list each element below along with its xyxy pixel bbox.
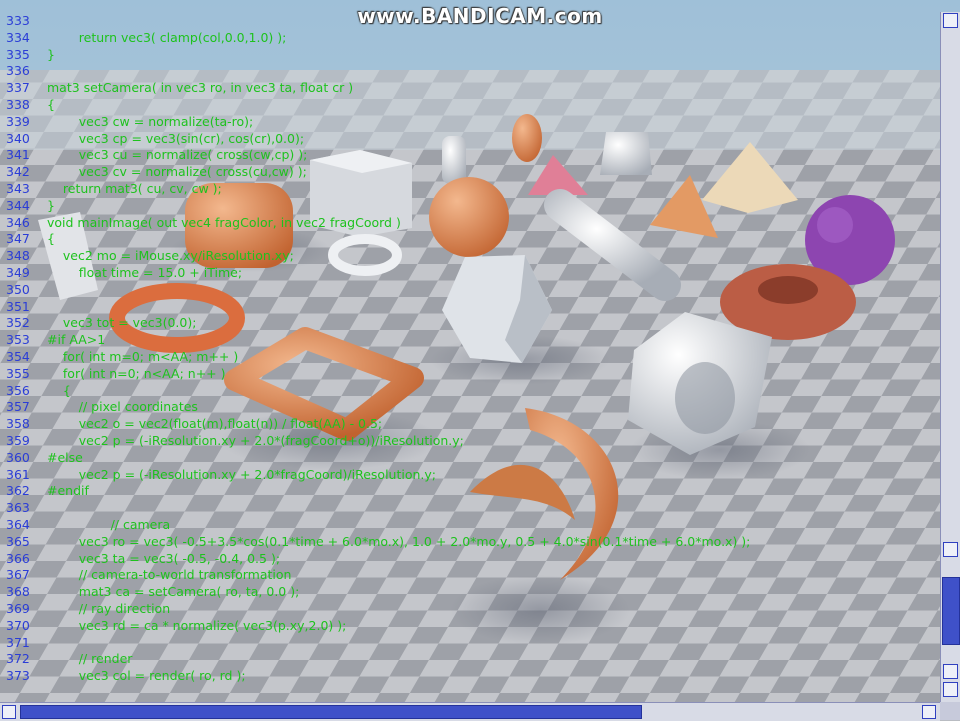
code-text[interactable]: // ray direction <box>47 600 170 617</box>
code-text[interactable]: vec3 cv = normalize( cross(cu,cw) ); <box>47 163 307 180</box>
code-text[interactable]: } <box>47 197 55 214</box>
horizontal-scroll-thumb[interactable] <box>20 705 642 719</box>
scroll-track-marker[interactable] <box>943 542 958 557</box>
code-editor[interactable]: 333 334 return vec3( clamp(col,0.0,1.0) )… <box>0 12 940 702</box>
code-text[interactable]: for( int n=0; n<AA; n++ ) <box>47 365 226 382</box>
line-number: 336 <box>6 63 30 79</box>
scroll-end-button[interactable] <box>943 682 958 697</box>
line-number: 356 <box>6 382 30 398</box>
line-number: 342 <box>6 164 30 180</box>
code-text[interactable]: // pixel coordinates <box>47 398 198 415</box>
code-text[interactable]: { <box>47 382 71 399</box>
line-number: 363 <box>6 500 30 516</box>
code-text[interactable]: vec3 col = render( ro, rd ); <box>47 667 246 684</box>
line-number: 343 <box>6 181 30 196</box>
line-number: 365 <box>6 533 30 549</box>
line-number: 359 <box>6 433 30 448</box>
code-text[interactable]: for( int m=0; m<AA; m++ ) <box>47 348 238 365</box>
line-number: 335 <box>6 46 30 62</box>
code-text[interactable]: #endif <box>47 482 89 499</box>
code-text[interactable]: // camera <box>47 516 171 533</box>
scroll-up-button[interactable] <box>943 13 958 28</box>
code-text[interactable]: { <box>47 96 55 113</box>
line-number: 370 <box>6 617 30 633</box>
code-text[interactable]: vec3 ro = vec3( -0.5+3.5*cos(0.1*time + … <box>47 533 751 550</box>
line-number: 360 <box>6 449 30 465</box>
code-text[interactable]: #if AA>1 <box>47 331 105 348</box>
line-number: 353 <box>6 332 30 348</box>
line-number: 338 <box>6 97 30 112</box>
line-number: 367 <box>6 567 30 583</box>
code-text[interactable]: return mat3( cu, cv, cw ); <box>47 180 222 197</box>
line-number: 341 <box>6 147 30 163</box>
vertical-scrollbar[interactable] <box>940 12 960 702</box>
line-number: 333 <box>6 13 30 28</box>
line-number: 369 <box>6 601 30 616</box>
code-text[interactable]: vec3 cw = normalize(ta-ro); <box>47 113 253 130</box>
horizontal-scrollbar[interactable] <box>0 702 940 721</box>
line-number: 366 <box>6 550 30 566</box>
line-number: 361 <box>6 466 30 482</box>
line-number: 357 <box>6 399 30 415</box>
line-number: 362 <box>6 483 30 499</box>
scroll-right-button[interactable] <box>922 705 936 719</box>
line-number: 348 <box>6 248 30 264</box>
line-number: 355 <box>6 365 30 381</box>
scroll-left-button[interactable] <box>2 705 16 719</box>
code-text[interactable]: float time = 15.0 + iTime; <box>47 264 242 281</box>
code-text[interactable]: vec3 rd = ca * normalize( vec3(p.xy,2.0)… <box>47 617 347 634</box>
line-number: 334 <box>6 29 30 45</box>
scrollbar-corner <box>940 702 960 720</box>
vertical-scroll-thumb[interactable] <box>942 577 960 645</box>
line-number: 347 <box>6 231 30 247</box>
line-number: 371 <box>6 634 30 650</box>
code-text[interactable]: } <box>47 46 55 63</box>
scroll-down-button[interactable] <box>943 664 958 679</box>
code-text[interactable]: mat3 setCamera( in vec3 ro, in vec3 ta, … <box>47 79 353 96</box>
code-text[interactable]: vec2 mo = iMouse.xy/iResolution.xy; <box>47 247 294 264</box>
code-text[interactable]: mat3 ca = setCamera( ro, ta, 0.0 ); <box>47 583 300 600</box>
line-number: 364 <box>6 517 30 532</box>
code-text[interactable]: { <box>47 230 55 247</box>
line-number: 344 <box>6 197 30 213</box>
line-number: 339 <box>6 113 30 129</box>
code-text[interactable]: return vec3( clamp(col,0.0,1.0) ); <box>47 29 287 46</box>
line-number: 350 <box>6 281 30 297</box>
line-number: 358 <box>6 416 30 432</box>
line-number: 346 <box>6 214 30 230</box>
line-number: 368 <box>6 584 30 600</box>
code-text[interactable]: vec3 cp = vec3(sin(cr), cos(cr),0.0); <box>47 130 304 147</box>
line-number: 354 <box>6 349 30 364</box>
code-text[interactable]: // camera-to-world transformation <box>47 566 292 583</box>
code-text[interactable]: vec2 p = (-iResolution.xy + 2.0*(fragCoo… <box>47 432 464 449</box>
line-number: 352 <box>6 315 30 331</box>
code-text[interactable]: // render <box>47 650 133 667</box>
code-text[interactable]: #else <box>47 449 83 466</box>
line-number: 337 <box>6 80 30 96</box>
code-text[interactable]: vec2 o = vec2(float(m),float(n)) / float… <box>47 415 382 432</box>
line-number: 372 <box>6 651 30 667</box>
code-text[interactable]: vec3 ta = vec3( -0.5, -0.4, 0.5 ); <box>47 550 280 567</box>
code-text[interactable]: void mainImage( out vec4 fragColor, in v… <box>47 214 401 231</box>
line-number: 340 <box>6 130 30 146</box>
code-text[interactable]: vec2 p = (-iResolution.xy + 2.0*fragCoor… <box>47 466 436 483</box>
line-number: 349 <box>6 265 30 280</box>
line-number: 373 <box>6 668 30 684</box>
code-text[interactable]: vec3 tot = vec3(0.0); <box>47 314 197 331</box>
code-text[interactable]: vec3 cu = normalize( cross(cw,cp) ); <box>47 146 308 163</box>
line-number: 351 <box>6 298 30 314</box>
